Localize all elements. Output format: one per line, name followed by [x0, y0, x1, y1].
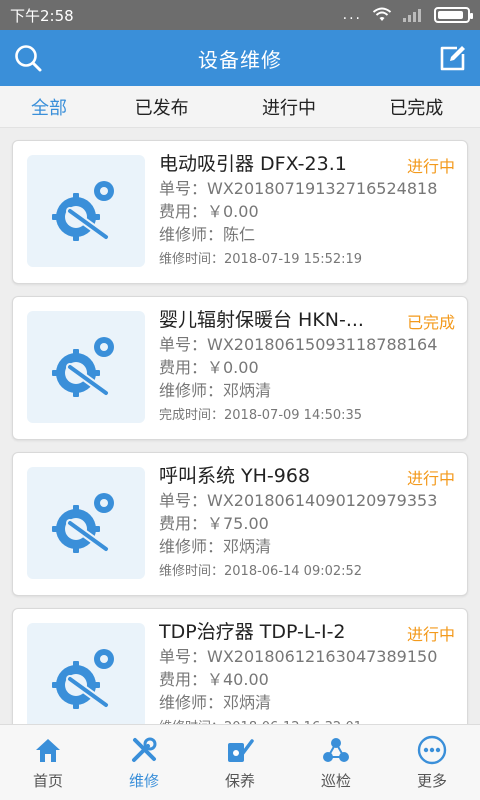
device-name: 电动吸引器 DFX-23.1	[159, 153, 347, 175]
order-number: 单号：WX2018071913271652481​8	[159, 179, 438, 198]
inspection-icon	[321, 735, 351, 765]
technician: 维修师：邓炳清	[159, 537, 272, 556]
status-badge: 进行中	[406, 469, 455, 488]
search-icon	[15, 45, 42, 72]
repair-thumbnail	[27, 155, 145, 267]
repair-time: 维修时间：2018-07-19 15:52:19	[159, 252, 363, 267]
repair-time: 维修时间：2018-06-12 16:32:01	[159, 716, 455, 724]
wifi-icon	[372, 7, 392, 21]
repair-cost: 费用：￥75.00	[159, 514, 269, 533]
gear-wrench-icon	[52, 649, 114, 709]
nav-label: 维修	[128, 771, 159, 790]
notification-dots: ...	[342, 7, 362, 23]
tools-icon	[129, 735, 159, 765]
repair-order-card[interactable]: 电动吸引器 DFX-23.1 进行中 单号：WX2018071913271652…	[12, 140, 468, 284]
technician: 维修师：邓炳清	[159, 381, 272, 400]
status-badge: 进行中	[406, 625, 455, 644]
nav-maintenance[interactable]: 保养	[192, 725, 288, 800]
battery-icon	[434, 7, 473, 23]
repair-thumbnail	[27, 623, 145, 724]
device-name: 呼叫系统 YH-968	[159, 465, 311, 487]
nav-inspection[interactable]: 巡检	[288, 725, 384, 800]
order-number: 单号：WX2018061216304738915​0	[159, 647, 438, 666]
nav-label: 首页	[32, 771, 63, 790]
repair-cost: 费用：￥40.00	[159, 670, 269, 689]
nav-label: 保养	[224, 771, 255, 790]
status-badge: 已完成	[406, 313, 455, 332]
repair-thumbnail	[27, 467, 145, 579]
repair-order-card[interactable]: TDP治疗器 TDP-L-I-2 进行中 单号：WX20180612163047…	[12, 608, 468, 724]
home-icon	[33, 735, 63, 765]
nav-home[interactable]: 首页	[0, 725, 96, 800]
repair-thumbnail	[27, 311, 145, 423]
status-bar: 下午2:58 ...	[0, 0, 480, 30]
repair-cost: 费用：￥0.00	[159, 202, 259, 221]
signal-icon	[403, 9, 421, 22]
nav-label: 巡检	[320, 771, 351, 790]
bottom-nav: 首页 维修 保养 巡检 更多	[0, 724, 480, 800]
repair-order-card[interactable]: 呼叫系统 YH-968 进行中 单号：WX2018061409012097935…	[12, 452, 468, 596]
repair-order-card[interactable]: 婴儿辐射保暖台 HKN-... 已完成 单号：WX201806150931187…	[12, 296, 468, 440]
tab-published[interactable]: 已发布	[98, 94, 225, 120]
tab-in-progress[interactable]: 进行中	[225, 94, 352, 120]
order-number: 单号：WX2018061509311878816​4	[159, 335, 438, 354]
repair-cost: 费用：￥0.00	[159, 358, 259, 377]
nav-repair[interactable]: 维修	[96, 725, 192, 800]
status-time: 下午2:58	[10, 6, 74, 25]
gear-wrench-icon	[52, 337, 114, 397]
repair-order-list[interactable]: 电动吸引器 DFX-23.1 进行中 单号：WX2018071913271652…	[0, 128, 480, 724]
repair-time: 维修时间：2018-06-14 09:02:52	[159, 564, 363, 579]
more-icon	[417, 735, 447, 765]
nav-label: 更多	[416, 771, 447, 790]
filter-tabs: 全部 已发布 进行中 已完成	[0, 86, 480, 128]
status-badge: 进行中	[406, 157, 455, 176]
technician: 维修师：邓炳清	[159, 693, 272, 712]
device-name: TDP治疗器 TDP-L-I-2	[159, 621, 346, 643]
page-title: 设备维修	[198, 47, 282, 72]
edit-icon	[440, 46, 465, 71]
gear-wrench-icon	[52, 493, 114, 553]
device-name: 婴儿辐射保暖台 HKN-...	[159, 309, 364, 331]
nav-more[interactable]: 更多	[384, 725, 480, 800]
tab-all[interactable]: 全部	[0, 94, 98, 120]
tab-completed[interactable]: 已完成	[353, 94, 480, 120]
app-header: 设备维修	[0, 30, 480, 86]
gear-wrench-icon	[52, 181, 114, 241]
maintenance-icon	[225, 735, 255, 765]
completion-time: 完成时间：2018-07-09 14:50:35	[159, 408, 363, 423]
technician: 维修师：陈仁	[159, 225, 256, 244]
new-order-button[interactable]	[434, 40, 470, 76]
order-number: 单号：WX2018061409012097935​3	[159, 491, 438, 510]
search-button[interactable]	[10, 40, 46, 76]
